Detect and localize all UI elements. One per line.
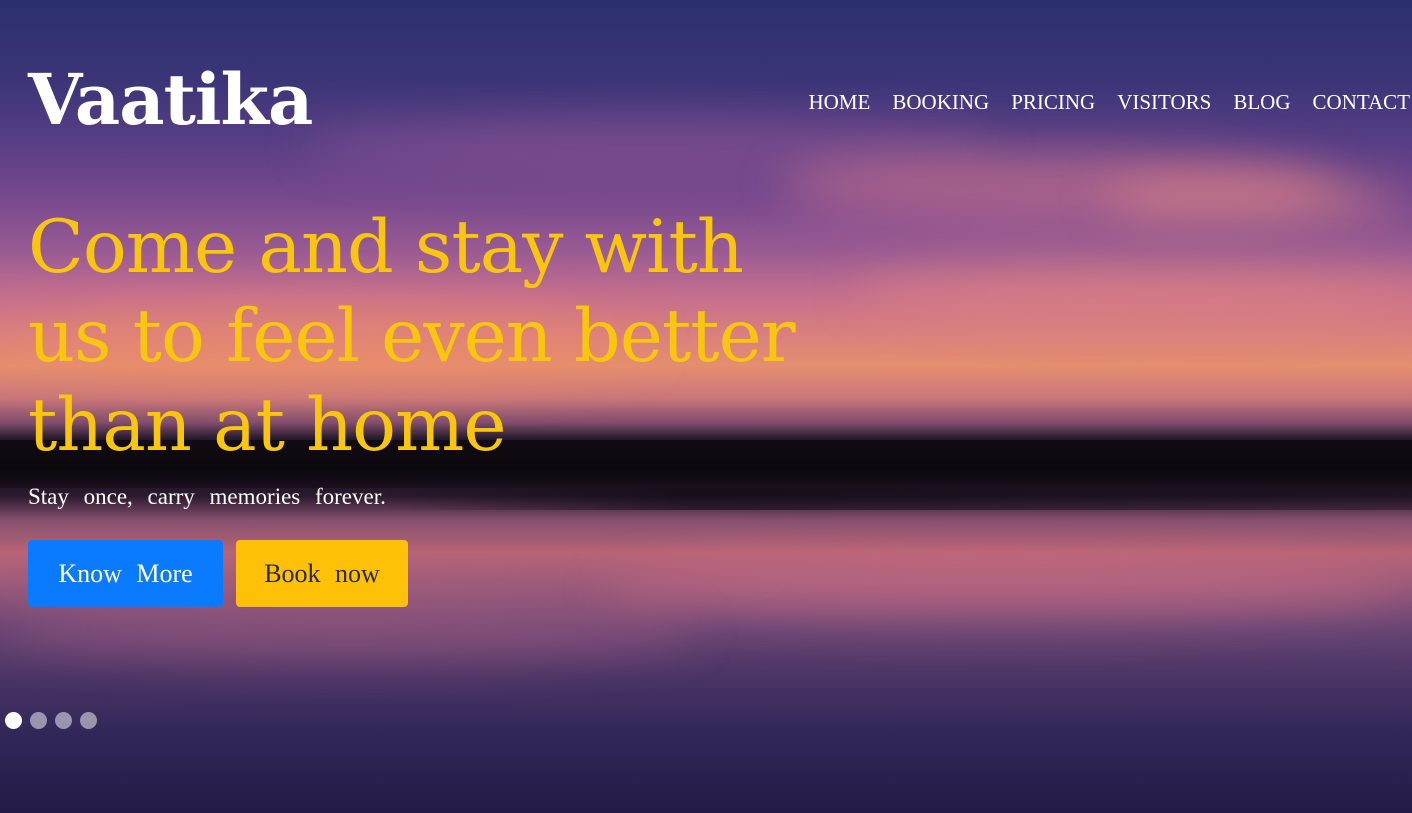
cloud-decoration	[850, 260, 1412, 320]
main-nav: HOME BOOKING PRICING VISITORS BLOG CONTA…	[809, 90, 1410, 115]
nav-visitors[interactable]: VISITORS	[1117, 90, 1211, 115]
carousel-dot-3[interactable]	[55, 712, 72, 729]
nav-contact[interactable]: CONTACT	[1313, 90, 1410, 115]
headline-line-1: Come and stay with	[28, 205, 744, 290]
cloud-decoration	[0, 600, 700, 660]
headline-line-3: than at home	[28, 383, 507, 468]
horizon-reflection	[380, 488, 1412, 510]
cloud-decoration	[1100, 180, 1400, 220]
book-now-button[interactable]: Book now	[236, 540, 408, 607]
brand-logo[interactable]: Vaatika	[28, 56, 313, 144]
nav-pricing[interactable]: PRICING	[1011, 90, 1095, 115]
carousel-indicators	[5, 712, 97, 729]
nav-booking[interactable]: BOOKING	[892, 90, 989, 115]
nav-home[interactable]: HOME	[809, 90, 871, 115]
hero-tagline: Stay once, carry memories forever.	[28, 484, 386, 509]
nav-blog[interactable]: BLOG	[1233, 90, 1290, 115]
cloud-decoration	[600, 560, 1400, 620]
headline-line-2: us to feel even better	[28, 294, 796, 379]
carousel-dot-2[interactable]	[30, 712, 47, 729]
hero-headline: Come and stay with us to feel even better…	[28, 203, 868, 470]
carousel-dot-1[interactable]	[5, 712, 22, 729]
know-more-button[interactable]: Know More	[28, 540, 223, 607]
carousel-dot-4[interactable]	[80, 712, 97, 729]
